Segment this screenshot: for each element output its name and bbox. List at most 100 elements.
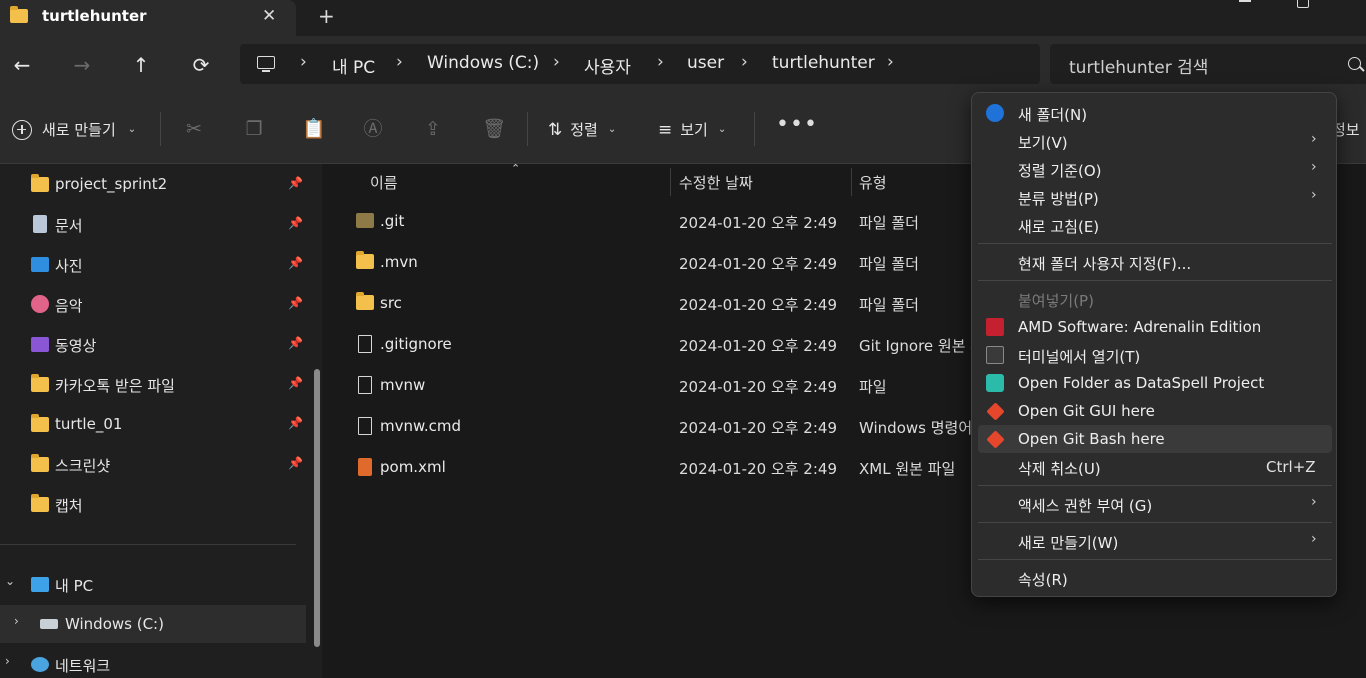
tree-item-my-pc[interactable]: ⌄ 내 PC (0, 565, 306, 603)
breadcrumb-windows-c[interactable]: Windows (C:) (427, 53, 539, 73)
sort-label: 정렬 (570, 121, 598, 139)
toolbar-divider (754, 112, 755, 146)
pictures-icon (31, 257, 49, 272)
new-button[interactable]: 새로 만들기 ⌄ (12, 119, 136, 140)
menu-item-amd-software[interactable]: AMD Software: Adrenalin Edition (978, 313, 1332, 341)
menu-item-sort-by[interactable]: 정렬 기준(O) › (978, 155, 1332, 183)
column-divider[interactable] (670, 168, 671, 196)
copy-icon[interactable]: ❐ (243, 118, 265, 140)
search-input[interactable]: turtlehunter 검색 (1050, 44, 1366, 84)
more-options-button[interactable]: ••• (776, 112, 818, 137)
file-date: 2024-01-20 오후 2:49 (679, 214, 837, 232)
menu-item-view[interactable]: 보기(V) › (978, 127, 1332, 155)
view-button[interactable]: ≡ 보기 ⌄ (658, 119, 726, 140)
breadcrumb-separator[interactable]: › (657, 52, 664, 72)
share-icon[interactable]: ⇪ (422, 118, 444, 140)
column-header-type[interactable]: 유형 (859, 172, 887, 193)
menu-item-refresh[interactable]: 새로 고침(E) (978, 211, 1332, 239)
column-header-name[interactable]: 이름 (370, 172, 398, 193)
menu-item-label: 붙여넣기(P) (1018, 292, 1094, 310)
table-row[interactable]: .git 2024-01-20 오후 2:49 파일 폴더 (330, 202, 980, 243)
delete-icon[interactable]: 🗑 (482, 118, 506, 140)
paste-icon[interactable]: 📋 (302, 118, 326, 140)
sidebar-item-videos[interactable]: 동영상 📌 (0, 325, 306, 363)
menu-item-label: AMD Software: Adrenalin Edition (1018, 318, 1262, 336)
menu-item-paste[interactable]: 붙여넣기(P) (978, 285, 1332, 313)
sidebar-item-documents[interactable]: 문서 📌 (0, 205, 306, 243)
minimize-icon[interactable] (1239, 0, 1251, 2)
sidebar-item-label: project_sprint2 (55, 175, 168, 193)
cut-icon[interactable]: ✂ (183, 118, 205, 140)
new-tab-button[interactable]: + (318, 4, 335, 28)
table-row[interactable]: pom.xml 2024-01-20 오후 2:49 XML 원본 파일 (330, 448, 980, 489)
file-type: 파일 폴더 (859, 255, 919, 273)
forward-button[interactable]: → (69, 52, 95, 78)
sidebar-item-pictures[interactable]: 사진 📌 (0, 245, 306, 283)
menu-separator (978, 485, 1332, 486)
breadcrumb-separator[interactable]: › (741, 52, 748, 72)
breadcrumb-separator[interactable]: › (300, 52, 307, 72)
search-icon[interactable] (1348, 57, 1361, 70)
file-name: mvnw.cmd (380, 417, 462, 435)
chevron-right-icon[interactable]: › (14, 614, 19, 628)
pin-icon: 📌 (288, 176, 303, 190)
sidebar-item-kakaotalk[interactable]: 카카오톡 받은 파일 📌 (0, 365, 306, 403)
menu-item-customize-folder[interactable]: 현재 폴더 사용자 지정(F)... (978, 248, 1332, 276)
chevron-right-icon[interactable]: › (5, 654, 10, 668)
menu-item-group-by[interactable]: 분류 방법(P) › (978, 183, 1332, 211)
tree-item-network[interactable]: › 네트워크 (0, 645, 306, 678)
menu-item-new[interactable]: 새로 만들기(W) › (978, 527, 1332, 555)
table-row[interactable]: src 2024-01-20 오후 2:49 파일 폴더 (330, 284, 980, 325)
breadcrumb-my-pc[interactable]: 내 PC (332, 53, 375, 78)
column-divider[interactable] (851, 168, 852, 196)
amd-icon (986, 318, 1004, 336)
back-button[interactable]: ← (9, 52, 35, 78)
table-row[interactable]: .mvn 2024-01-20 오후 2:49 파일 폴더 (330, 243, 980, 284)
tab-title: turtlehunter (42, 7, 147, 25)
refresh-button[interactable]: ⟳ (188, 52, 214, 78)
menu-item-git-gui[interactable]: Open Git GUI here (978, 397, 1332, 425)
sort-icon: ⇅ (548, 119, 563, 140)
computer-icon (257, 56, 275, 72)
sidebar-scrollbar[interactable] (314, 369, 320, 647)
maximize-icon[interactable] (1297, 0, 1309, 8)
column-header-date[interactable]: 수정한 날짜 (679, 172, 753, 193)
breadcrumb-separator[interactable]: › (553, 52, 560, 72)
breadcrumb-separator[interactable]: › (396, 52, 403, 72)
pin-icon: 📌 (288, 216, 303, 230)
sidebar-item-turtle-01[interactable]: turtle_01 📌 (0, 405, 306, 443)
breadcrumb-user[interactable]: user (687, 53, 724, 73)
menu-item-dataspell[interactable]: Open Folder as DataSpell Project (978, 369, 1332, 397)
menu-item-undo-delete[interactable]: 삭제 취소(U) Ctrl+Z (978, 453, 1332, 481)
menu-item-properties[interactable]: 속성(R) (978, 564, 1332, 592)
sidebar-item-project-sprint2[interactable]: project_sprint2 📌 (0, 165, 306, 203)
menu-item-git-bash[interactable]: Open Git Bash here (978, 425, 1332, 453)
sort-button[interactable]: ⇅ 정렬 ⌄ (548, 119, 616, 140)
sidebar-item-capture[interactable]: 캡처 (0, 485, 306, 523)
menu-item-new-folder[interactable]: 새 폴더(N) (978, 99, 1332, 127)
table-row[interactable]: mvnw 2024-01-20 오후 2:49 파일 (330, 366, 980, 407)
music-icon (31, 295, 49, 313)
close-tab-icon[interactable]: ✕ (262, 6, 276, 26)
address-bar[interactable]: › 내 PC › Windows (C:) › 사용자 › user › tur… (240, 44, 1040, 84)
rename-icon[interactable]: Ⓐ (362, 118, 384, 140)
table-row[interactable]: mvnw.cmd 2024-01-20 오후 2:49 Windows 명령어 (330, 407, 980, 448)
breadcrumb-users[interactable]: 사용자 (584, 53, 631, 78)
up-button[interactable]: ↑ (128, 52, 154, 78)
chevron-down-icon[interactable]: ⌄ (5, 574, 15, 588)
table-row[interactable]: .gitignore 2024-01-20 오후 2:49 Git Ignore… (330, 325, 984, 366)
breadcrumb-turtlehunter[interactable]: turtlehunter (772, 53, 875, 73)
folder-icon (31, 494, 49, 512)
tab-turtlehunter[interactable]: turtlehunter ✕ (0, 0, 296, 36)
document-icon (33, 215, 47, 233)
file-date: 2024-01-20 오후 2:49 (679, 460, 837, 478)
tree-item-windows-c[interactable]: › Windows (C:) (0, 605, 306, 643)
folder-icon (31, 414, 49, 432)
file-type: 파일 폴더 (859, 296, 919, 314)
sidebar-item-screenshots[interactable]: 스크린샷 📌 (0, 445, 306, 483)
menu-item-give-access[interactable]: 액세스 권한 부여 (G) › (978, 490, 1332, 518)
breadcrumb-separator[interactable]: › (887, 52, 894, 72)
sidebar-item-music[interactable]: 음악 📌 (0, 285, 306, 323)
menu-item-open-terminal[interactable]: 터미널에서 열기(T) (978, 341, 1332, 369)
menu-item-label: 액세스 권한 부여 (G) (1018, 497, 1153, 515)
